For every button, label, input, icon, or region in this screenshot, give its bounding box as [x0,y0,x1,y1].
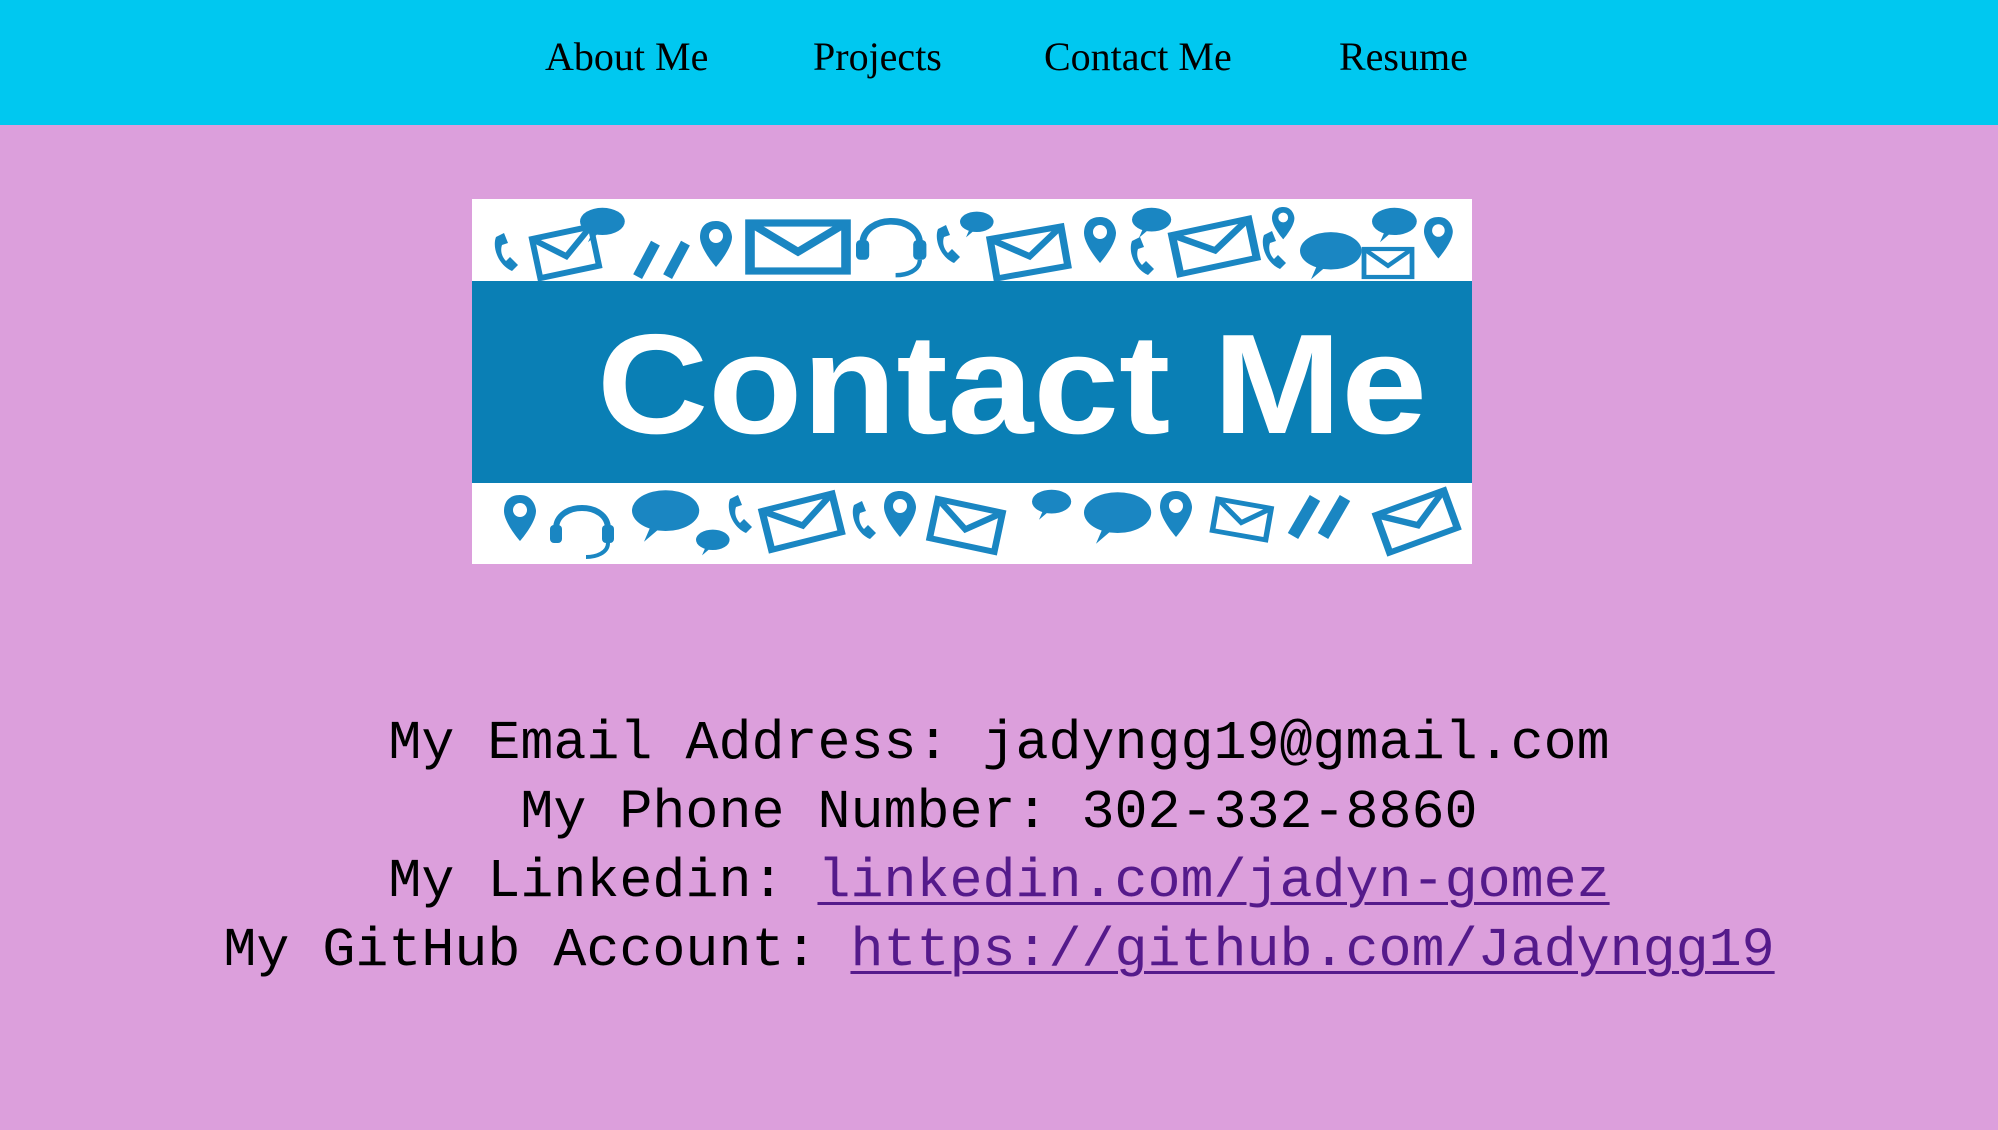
envelope-icon [1364,249,1412,277]
speech-bubble-icon [696,529,730,556]
contact-me-banner: Contact Me [472,199,1472,564]
map-pin-icon [700,221,732,267]
phone-icon [936,225,960,263]
phone-icon [1130,237,1154,275]
banner-title: Contact Me [597,305,1427,464]
speech-bubble-icon [1300,232,1362,280]
speech-bubble-icon [1032,489,1072,520]
headset-icon [550,508,614,557]
speech-bubble-icon [1372,207,1417,243]
email-line: My Email Address: jadyngg19@gmail.com [0,709,1998,778]
envelope-icon [532,227,599,279]
nav-link-about-me[interactable]: About Me [545,28,708,86]
nav-link-projects[interactable]: Projects [813,28,942,86]
speech-bubble-icon [1132,207,1172,238]
envelope-icon [930,499,1003,552]
bottom-icon-row [504,490,1457,557]
envelope-icon [750,223,846,271]
speech-bubble-icon [632,490,700,542]
nav-link-resume[interactable]: Resume [1339,28,1468,86]
envelope-icon [990,226,1068,278]
navbar: About Me Projects Contact Me Resume [0,0,1998,125]
linkedin-link[interactable]: linkedin.com/jadyn-gomez [817,850,1609,913]
email-value: jadyngg19@gmail.com [982,712,1610,775]
envelope-icon [1172,219,1257,274]
github-line: My GitHub Account: https://github.com/Ja… [0,916,1998,985]
contact-info: My Email Address: jadyngg19@gmail.com My… [0,709,1998,985]
linkedin-line: My Linkedin: linkedin.com/jadyn-gomez [0,847,1998,916]
phone-label: My Phone Number: [520,781,1082,844]
github-link[interactable]: https://github.com/Jadyngg19 [850,919,1774,982]
speech-bubble-icon [1084,492,1152,544]
map-pin-icon [504,495,536,541]
map-pin-icon [884,491,916,537]
map-pin-icon [1272,207,1295,240]
envelope-icon [1212,499,1271,540]
email-label: My Email Address: [388,712,983,775]
envelope-icon [1376,490,1457,552]
phone-line: My Phone Number: 302-332-8860 [0,778,1998,847]
contact-me-banner-graphic: Contact Me [472,207,1472,564]
nav-link-contact-me[interactable]: Contact Me [1044,28,1232,86]
github-label: My GitHub Account: [223,919,851,982]
map-pin-icon [1084,217,1116,263]
phone-icon [728,495,752,533]
phone-value: 302-332-8860 [1081,781,1478,844]
envelope-icon [762,494,842,550]
top-icon-row [494,207,1453,280]
linkedin-label: My Linkedin: [388,850,818,913]
phone-icon [494,233,518,271]
headset-icon [856,221,926,275]
map-pin-icon [1424,217,1453,259]
phone-icon [852,501,876,539]
map-pin-icon [1160,491,1192,537]
speech-bubble-icon [960,211,994,238]
